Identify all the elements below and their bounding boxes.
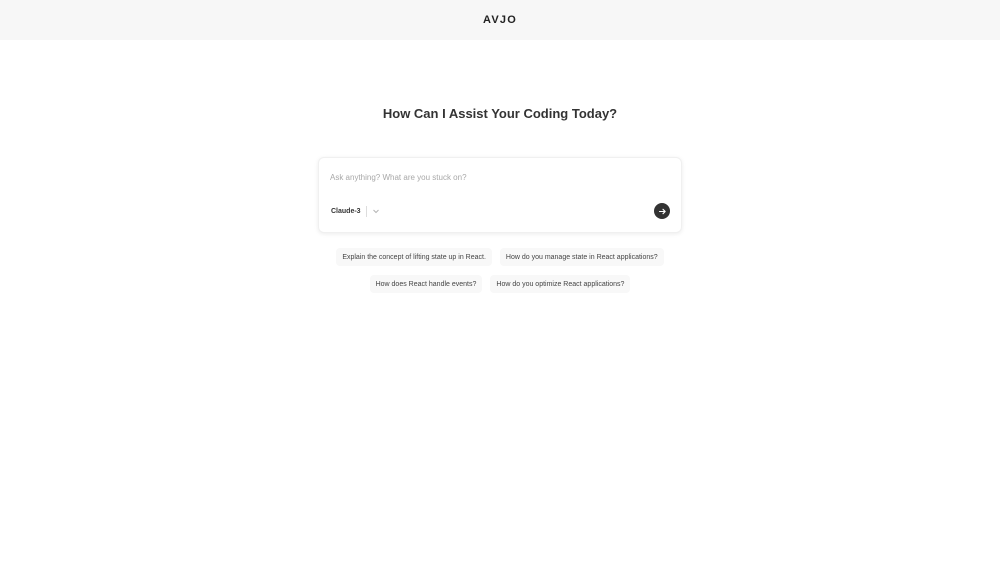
suggestion-row: Explain the concept of lifting state up …	[0, 248, 1000, 266]
top-bar: AVJO	[0, 0, 1000, 40]
model-selector-divider	[365, 205, 367, 217]
suggestion-chip[interactable]: How do you optimize React applications?	[490, 275, 631, 293]
send-button[interactable]	[654, 203, 670, 219]
prompt-composer: Claude-3	[318, 157, 682, 233]
chevron-down-icon[interactable]	[372, 207, 380, 215]
prompt-input[interactable]	[330, 169, 670, 185]
suggestion-chip[interactable]: How do you manage state in React applica…	[499, 248, 664, 266]
brand-logo-text[interactable]: AVJO	[483, 14, 517, 26]
suggestion-chip[interactable]: Explain the concept of lifting state up …	[336, 248, 492, 266]
page-title: How Can I Assist Your Coding Today?	[382, 106, 618, 121]
suggestion-list: Explain the concept of lifting state up …	[0, 248, 1000, 302]
model-selector-label: Claude-3	[331, 207, 361, 215]
arrow-right-icon	[658, 208, 666, 214]
suggestion-row: How does React handle events? How do you…	[0, 275, 1000, 293]
model-selector[interactable]: Claude-3	[331, 205, 380, 217]
suggestion-chip[interactable]: How does React handle events?	[369, 275, 483, 293]
